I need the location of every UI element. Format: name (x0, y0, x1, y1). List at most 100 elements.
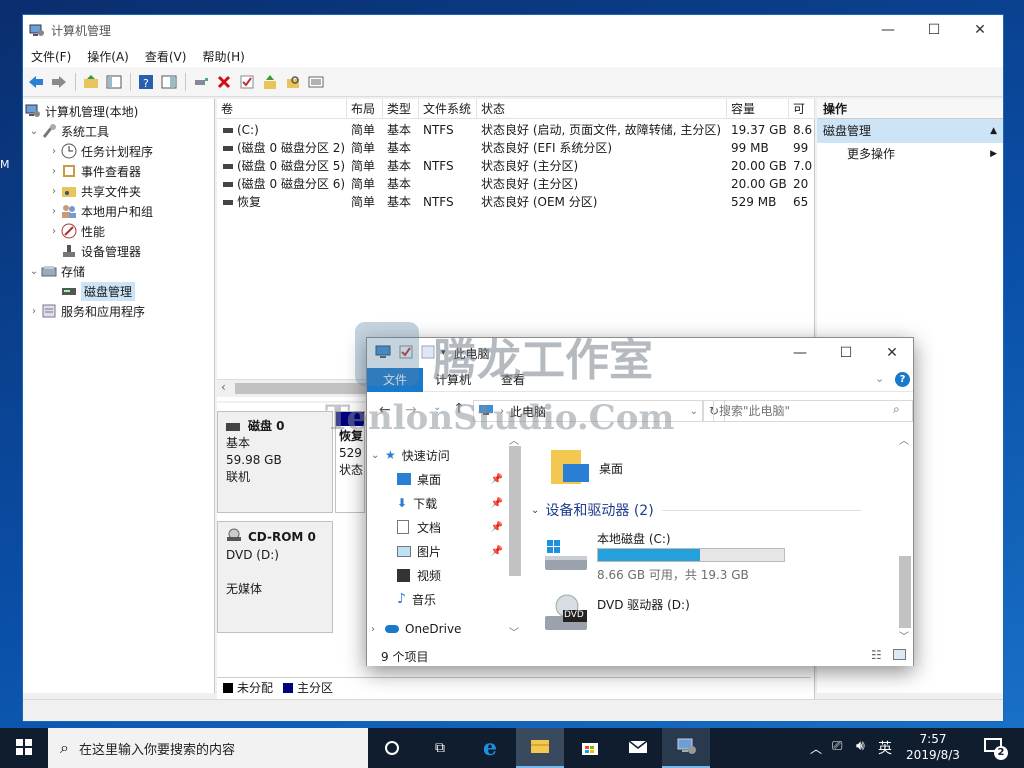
menu-help[interactable]: 帮助(H) (194, 48, 252, 65)
close-button[interactable]: ✕ (957, 15, 1003, 45)
chevron-down-icon[interactable]: ⌄ (371, 450, 385, 461)
taskbar-search[interactable]: ⌕ 在这里输入你要搜索的内容 (48, 728, 368, 768)
nav-onedrive[interactable]: › OneDrive (371, 618, 509, 640)
desktop-icon-edge[interactable]: M (0, 150, 20, 174)
chevron-down-icon[interactable]: ⌄ (27, 126, 41, 137)
chevron-right-icon[interactable]: › (47, 226, 61, 237)
column-header-type[interactable]: 类型 (383, 99, 419, 119)
show-hide-tree-icon[interactable] (103, 71, 125, 93)
content-scrollbar[interactable] (899, 556, 911, 628)
check-icon[interactable] (236, 71, 258, 93)
address-dropdown-icon[interactable]: ⌄ (690, 406, 698, 417)
tab-view[interactable]: 查看 (501, 368, 525, 392)
chevron-right-icon[interactable]: › (27, 306, 41, 317)
qat-properties-icon[interactable] (399, 345, 413, 362)
connect-icon[interactable] (190, 71, 212, 93)
cdrom-0-info[interactable]: CD-ROM 0 DVD (D:) 无媒体 (217, 521, 333, 633)
drive-c[interactable]: 本地磁盘 (C:) 8.66 GB 可用，共 19.3 GB (543, 530, 793, 582)
nav-documents[interactable]: 文档 📌 (397, 516, 509, 538)
volume-icon[interactable]: 🔊︎ (856, 738, 865, 754)
store-button[interactable] (566, 728, 614, 768)
menu-view[interactable]: 查看(V) (137, 48, 195, 65)
tab-computer[interactable]: 计算机 (435, 368, 471, 392)
content-scroll-up-icon[interactable]: ︿ (899, 432, 909, 447)
drive-d[interactable]: DVD DVD 驱动器 (D:) (543, 592, 793, 638)
chevron-down-icon[interactable]: ⌄ (531, 505, 539, 516)
help-icon[interactable]: ? (895, 372, 910, 387)
qat-new-folder-icon[interactable] (421, 345, 435, 362)
show-hidden-icons[interactable]: ︿ (810, 740, 822, 757)
list-view-icon[interactable] (305, 71, 327, 93)
start-button[interactable] (0, 728, 48, 768)
chevron-right-icon[interactable]: › (47, 166, 61, 177)
edge-button[interactable]: e (466, 728, 514, 768)
column-header-filesystem[interactable]: 文件系统 (419, 99, 477, 119)
partition-recovery[interactable]: 恢复 529 状态 (335, 411, 365, 513)
group-header-devices[interactable]: ⌄ 设备和驱动器 (2) (531, 500, 861, 520)
chevron-right-icon[interactable]: › (47, 206, 61, 217)
nav-downloads[interactable]: ⬇ 下载 📌 (397, 492, 509, 514)
nav-scrollbar[interactable] (509, 446, 521, 576)
minimize-button[interactable]: — (865, 15, 911, 45)
back-icon[interactable]: ← (379, 402, 391, 418)
nav-pictures[interactable]: 图片 📌 (397, 540, 509, 562)
action-center-button[interactable]: 2 (974, 728, 1020, 768)
tree-node-performance[interactable]: › 性能 (47, 221, 105, 241)
menu-action[interactable]: 操作(A) (79, 48, 137, 65)
column-header-free[interactable]: 可 (789, 99, 815, 119)
title-bar[interactable]: 计算机管理 — ☐ ✕ (23, 15, 1003, 45)
tree-node-disk-management[interactable]: 磁盘管理 (61, 281, 136, 301)
pin-icon[interactable]: 📌 (491, 498, 503, 509)
tree-node-device-manager[interactable]: 设备管理器 (61, 241, 141, 261)
tree-node-event-viewer[interactable]: › 事件查看器 (47, 161, 141, 181)
actions-section-disk-management[interactable]: 磁盘管理 ▲ (817, 119, 1003, 143)
column-header-status[interactable]: 状态 (477, 99, 727, 119)
volume-row[interactable]: (磁盘 0 磁盘分区 6) 简单 基本 状态良好 (主分区) 20.00 GB 20 (217, 175, 815, 193)
search-folder-icon[interactable] (282, 71, 304, 93)
qat-dropdown-icon[interactable]: ▾ (441, 348, 446, 358)
column-header-layout[interactable]: 布局 (347, 99, 383, 119)
export-icon[interactable] (259, 71, 281, 93)
clock[interactable]: 7:57 2019/8/3 (900, 731, 966, 763)
tree-node-services[interactable]: › 服务和应用程序 (27, 301, 145, 321)
menu-file[interactable]: 文件(F) (23, 48, 79, 65)
help-icon[interactable]: ? (135, 71, 157, 93)
computer-management-button[interactable] (662, 728, 710, 768)
up-folder-icon[interactable] (80, 71, 102, 93)
scroll-down-icon[interactable]: ﹀ (509, 624, 519, 639)
up-icon[interactable]: ↑ (453, 401, 465, 417)
scroll-left-icon[interactable]: ‹ (221, 380, 226, 394)
search-input[interactable] (719, 403, 889, 419)
nav-quick-access[interactable]: ⌄ ★ 快速访问 (371, 444, 509, 466)
chevron-right-icon[interactable]: › (47, 186, 61, 197)
maximize-button[interactable]: ☐ (911, 15, 957, 45)
pin-icon[interactable]: 📌 (491, 474, 503, 485)
back-icon[interactable] (25, 71, 47, 93)
nav-desktop[interactable]: 桌面 📌 (397, 468, 509, 490)
scroll-up-icon[interactable]: ︿ (509, 432, 519, 447)
task-view-button[interactable]: ⧉ (416, 728, 464, 768)
explorer-minimize-button[interactable]: — (777, 338, 823, 368)
mail-button[interactable] (614, 728, 662, 768)
volume-row[interactable]: (磁盘 0 磁盘分区 2) 简单 基本 状态良好 (EFI 系统分区) 99 MB 99 (217, 139, 815, 157)
recent-dropdown-icon[interactable]: ⌄ (433, 402, 441, 413)
column-header-capacity[interactable]: 容量 (727, 99, 789, 119)
forward-icon[interactable] (48, 71, 70, 93)
tree-node-local-users[interactable]: › 本地用户和组 (47, 201, 153, 221)
properties-icon[interactable] (158, 71, 180, 93)
tree-node-shared-folders[interactable]: › 共享文件夹 (47, 181, 141, 201)
content-scroll-down-icon[interactable]: ﹀ (899, 628, 909, 643)
large-icons-view-icon[interactable] (893, 649, 906, 660)
nav-videos[interactable]: 视频 (397, 564, 509, 586)
column-header-volume[interactable]: 卷 (217, 99, 347, 119)
address-bar[interactable]: › 此电脑 ⌄ (473, 400, 703, 422)
disk-0-info[interactable]: 磁盘 0 基本 59.98 GB 联机 (217, 411, 333, 513)
tree-node-storage[interactable]: ⌄ 存储 (27, 261, 85, 281)
explorer-close-button[interactable]: ✕ (869, 338, 915, 368)
delete-icon[interactable] (213, 71, 235, 93)
scrollbar-thumb[interactable] (235, 383, 375, 394)
cortana-button[interactable] (368, 728, 416, 768)
volume-row[interactable]: 恢复 简单 基本 NTFS 状态良好 (OEM 分区) 529 MB 65 (217, 193, 815, 211)
more-actions[interactable]: 更多操作 ▶ (817, 143, 1003, 165)
folder-desktop[interactable]: 桌面 (549, 446, 623, 491)
